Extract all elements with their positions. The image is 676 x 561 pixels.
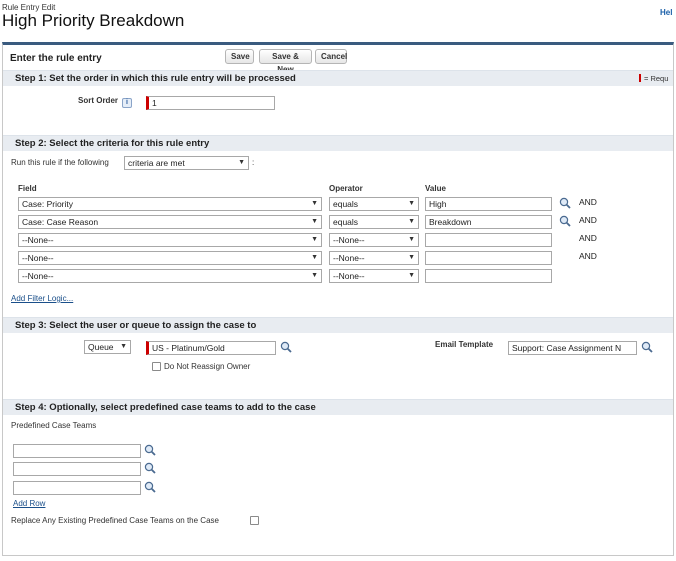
save-button[interactable]: Save [225, 49, 254, 64]
chevron-down-icon: ▼ [408, 272, 415, 279]
assignee-input[interactable]: US - Platinum/Gold [146, 341, 276, 355]
step4-header: Step 4: Optionally, select predefined ca… [3, 399, 673, 415]
panel-title: Enter the rule entry [10, 53, 102, 64]
replace-teams-label: Replace Any Existing Predefined Case Tea… [11, 516, 219, 525]
and-label: AND [579, 233, 597, 243]
criteria-field-select[interactable]: --None-- ▼ [18, 269, 322, 283]
criteria-operator-select[interactable]: equals ▼ [329, 197, 419, 211]
criteria-field-select[interactable]: --None-- ▼ [18, 233, 322, 247]
run-rule-label: Run this rule if the following [11, 158, 109, 167]
lookup-icon[interactable] [559, 197, 571, 209]
do-not-reassign-label: Do Not Reassign Owner [164, 362, 251, 371]
criteria-colon: : [252, 158, 255, 167]
predefined-teams-label: Predefined Case Teams [11, 421, 97, 430]
step1-header: Step 1: Set the order in which this rule… [3, 70, 673, 86]
chevron-down-icon: ▼ [311, 218, 318, 225]
criteria-value-input[interactable] [425, 251, 552, 265]
criteria-operator-value: --None-- [333, 235, 365, 245]
criteria-value-input[interactable]: Breakdown [425, 215, 552, 229]
criteria-operator-select[interactable]: --None-- ▼ [329, 233, 419, 247]
sort-order-input[interactable]: 1 [146, 96, 275, 110]
chevron-down-icon: ▼ [120, 343, 127, 350]
criteria-field-value: --None-- [22, 235, 54, 245]
criteria-operator-value: --None-- [333, 253, 365, 263]
criteria-operator-select[interactable]: --None-- ▼ [329, 251, 419, 265]
chevron-down-icon: ▼ [408, 236, 415, 243]
lookup-icon[interactable] [144, 462, 156, 474]
required-legend: = Requ [639, 74, 668, 83]
chevron-down-icon: ▼ [408, 218, 415, 225]
criteria-operator-value: --None-- [333, 271, 365, 281]
required-marker-icon [639, 74, 641, 82]
lookup-icon[interactable] [641, 341, 653, 353]
chevron-down-icon: ▼ [238, 159, 245, 166]
page-title: High Priority Breakdown [2, 11, 185, 30]
chevron-down-icon: ▼ [311, 254, 318, 261]
criteria-select-value: criteria are met [128, 158, 185, 168]
help-link[interactable]: Hel [660, 8, 672, 17]
criteria-field-value: --None-- [22, 253, 54, 263]
criteria-field-value: --None-- [22, 271, 54, 281]
criteria-value-input[interactable] [425, 233, 552, 247]
criteria-field-select[interactable]: --None-- ▼ [18, 251, 322, 265]
criteria-field-value: Case: Case Reason [22, 217, 99, 227]
case-team-input[interactable] [13, 462, 141, 476]
criteria-field-select[interactable]: Case: Case Reason ▼ [18, 215, 322, 229]
chevron-down-icon: ▼ [311, 200, 318, 207]
assignee-type-select[interactable]: Queue ▼ [84, 340, 131, 354]
criteria-field-value: Case: Priority [22, 199, 74, 209]
replace-teams-checkbox[interactable] [250, 516, 259, 525]
criteria-operator-value: equals [333, 217, 359, 227]
add-row-link[interactable]: Add Row [13, 499, 45, 508]
rule-entry-panel [2, 42, 674, 556]
and-label: AND [579, 251, 597, 261]
criteria-operator-select[interactable]: --None-- ▼ [329, 269, 419, 283]
email-template-label: Email Template [435, 340, 494, 349]
chevron-down-icon: ▼ [311, 236, 318, 243]
do-not-reassign-checkbox[interactable] [152, 362, 161, 371]
and-label: AND [579, 215, 597, 225]
step2-header: Step 2: Select the criteria for this rul… [3, 135, 673, 151]
lookup-icon[interactable] [280, 341, 292, 353]
sort-order-label: Sort Order [78, 96, 119, 105]
add-filter-logic-link[interactable]: Add Filter Logic... [11, 294, 73, 303]
info-icon[interactable]: i [122, 98, 132, 108]
chevron-down-icon: ▼ [408, 254, 415, 261]
criteria-operator-select[interactable]: equals ▼ [329, 215, 419, 229]
operator-column-header: Operator [329, 184, 363, 193]
and-label: AND [579, 197, 597, 207]
save-new-button[interactable]: Save & New [259, 49, 312, 74]
email-template-input[interactable]: Support: Case Assignment N [508, 341, 637, 355]
lookup-icon[interactable] [559, 215, 571, 227]
case-team-input[interactable] [13, 481, 141, 495]
criteria-field-select[interactable]: Case: Priority ▼ [18, 197, 322, 211]
value-column-header: Value [425, 184, 446, 193]
criteria-select[interactable]: criteria are met ▼ [124, 156, 249, 170]
criteria-value-input[interactable]: High [425, 197, 552, 211]
lookup-icon[interactable] [144, 481, 156, 493]
criteria-value-input[interactable] [425, 269, 552, 283]
chevron-down-icon: ▼ [311, 272, 318, 279]
chevron-down-icon: ▼ [408, 200, 415, 207]
assignee-type-value: Queue [88, 342, 114, 352]
criteria-operator-value: equals [333, 199, 359, 209]
field-column-header: Field [18, 184, 37, 193]
lookup-icon[interactable] [144, 444, 156, 456]
step3-header: Step 3: Select the user or queue to assi… [3, 317, 673, 333]
cancel-button[interactable]: Cancel [315, 49, 347, 64]
case-team-input[interactable] [13, 444, 141, 458]
